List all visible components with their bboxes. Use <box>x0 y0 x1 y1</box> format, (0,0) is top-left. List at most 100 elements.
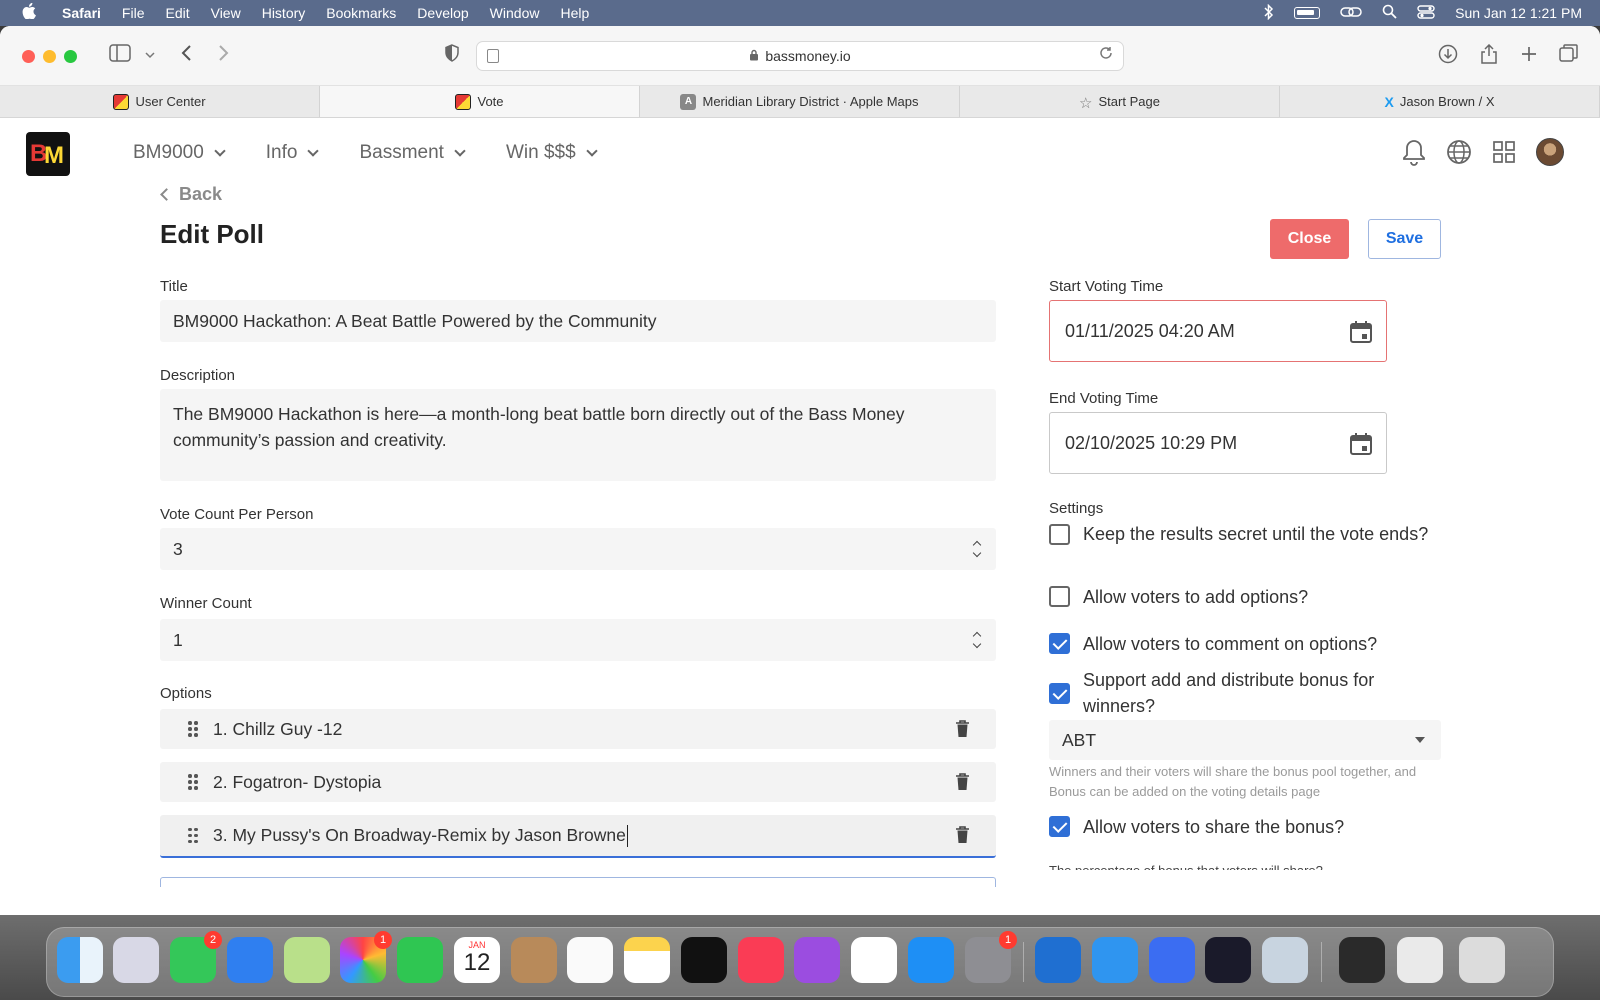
bonus-token-select[interactable]: ABT <box>1049 720 1441 760</box>
option-text[interactable]: 2. Fogatron- Dystopia <box>213 772 381 793</box>
save-button[interactable]: Save <box>1368 219 1441 259</box>
nav-win[interactable]: Win $$$ <box>506 142 598 164</box>
share-icon[interactable] <box>1477 43 1501 68</box>
menu-app-safari[interactable]: Safari <box>62 5 101 21</box>
drag-handle-icon[interactable] <box>188 721 198 737</box>
globe-icon[interactable] <box>1446 139 1472 165</box>
control-center-icon[interactable] <box>1417 4 1435 22</box>
podcasts-icon[interactable] <box>794 937 840 983</box>
calendar-icon[interactable] <box>1350 432 1372 461</box>
checkbox[interactable] <box>1049 523 1070 545</box>
calendar-icon[interactable] <box>1350 320 1372 349</box>
back-nav-icon[interactable] <box>174 44 198 68</box>
photos-icon[interactable]: 1 <box>340 931 392 983</box>
nav-bm9000[interactable]: BM9000 <box>133 142 226 164</box>
option-item[interactable]: 1. Chillz Guy -12 <box>160 709 996 749</box>
system-settings-icon[interactable]: 1 <box>965 931 1017 983</box>
new-tab-icon[interactable] <box>1517 44 1541 68</box>
close-window-button[interactable] <box>22 50 35 63</box>
sidebar-toggle-icon[interactable] <box>108 44 132 68</box>
menu-file[interactable]: File <box>122 5 145 21</box>
next-option-input[interactable] <box>160 877 996 887</box>
vote-count-input[interactable]: 3 <box>160 528 996 570</box>
finder-icon[interactable] <box>57 937 103 983</box>
quicktime-icon[interactable] <box>1205 937 1251 983</box>
trash-bin-icon[interactable] <box>1459 937 1505 983</box>
option-text[interactable]: 1. Chillz Guy -12 <box>213 719 342 740</box>
privacy-shield-icon[interactable] <box>440 44 464 68</box>
reminders-icon[interactable] <box>567 937 613 983</box>
setting-results-secret[interactable]: Keep the results secret until the vote e… <box>1049 521 1429 547</box>
notes-icon[interactable] <box>624 937 670 983</box>
menu-history[interactable]: History <box>262 5 306 21</box>
option-item-active[interactable]: 3. My Pussy's On Broadway-Remix by Jason… <box>160 815 996 858</box>
mail-icon[interactable] <box>227 937 273 983</box>
menu-develop[interactable]: Develop <box>417 5 468 21</box>
trash-icon[interactable] <box>955 773 970 796</box>
end-voting-input[interactable]: 02/10/2025 10:29 PM <box>1049 412 1387 474</box>
maps-icon[interactable] <box>284 937 330 983</box>
menu-help[interactable]: Help <box>560 5 589 21</box>
menubar-clock[interactable]: Sun Jan 12 1:21 PM <box>1455 5 1582 21</box>
drag-handle-icon[interactable] <box>188 774 198 790</box>
start-voting-input[interactable]: 01/11/2025 04:20 AM <box>1049 300 1387 362</box>
chevron-down-icon[interactable] <box>138 44 162 68</box>
menu-window[interactable]: Window <box>490 5 540 21</box>
contacts-icon[interactable] <box>511 937 557 983</box>
checkbox-checked[interactable] <box>1049 633 1070 654</box>
downloads-icon[interactable] <box>1436 44 1460 68</box>
nav-bassment[interactable]: Bassment <box>359 142 466 164</box>
reader-icon[interactable] <box>487 49 499 63</box>
number-stepper-icon[interactable] <box>972 540 982 558</box>
apple-icon[interactable] <box>22 2 44 24</box>
battery-icon[interactable] <box>1294 7 1321 19</box>
menu-view[interactable]: View <box>211 5 241 21</box>
vscode-icon[interactable] <box>1035 937 1081 983</box>
tab-user-center[interactable]: User Center <box>0 86 320 117</box>
winner-count-input[interactable]: 1 <box>160 619 996 661</box>
preview-icon[interactable] <box>1262 937 1308 983</box>
app-store-icon[interactable] <box>908 937 954 983</box>
nav-info[interactable]: Info <box>266 142 320 164</box>
checkbox-checked[interactable] <box>1049 816 1070 837</box>
checkbox[interactable] <box>1049 586 1070 607</box>
zoom-window-button[interactable] <box>64 50 77 63</box>
tab-vote[interactable]: Vote <box>320 86 640 117</box>
checkbox-checked[interactable] <box>1049 682 1070 704</box>
reload-icon[interactable] <box>1099 46 1113 64</box>
minimized-window-icon[interactable] <box>1339 937 1385 983</box>
tab-start-page[interactable]: ☆ Start Page <box>960 86 1280 117</box>
setting-comment-options[interactable]: Allow voters to comment on options? <box>1049 631 1429 657</box>
drag-handle-icon[interactable] <box>188 827 198 844</box>
music-icon[interactable] <box>738 937 784 983</box>
back-link[interactable]: Back <box>160 184 222 205</box>
setting-add-options[interactable]: Allow voters to add options? <box>1049 584 1429 610</box>
bluetooth-icon[interactable] <box>1264 3 1274 23</box>
tab-apple-maps[interactable]: A Meridian Library District · Apple Maps <box>640 86 960 117</box>
minimized-window-icon[interactable] <box>1397 937 1443 983</box>
bell-icon[interactable] <box>1402 138 1426 166</box>
minimize-window-button[interactable] <box>43 50 56 63</box>
search-icon[interactable] <box>1382 4 1397 22</box>
menu-edit[interactable]: Edit <box>165 5 189 21</box>
number-stepper-icon[interactable] <box>972 631 982 649</box>
option-item[interactable]: 2. Fogatron- Dystopia <box>160 762 996 802</box>
tab-x-jason-brown[interactable]: X Jason Brown / X <box>1280 86 1600 117</box>
setting-share-bonus[interactable]: Allow voters to share the bonus? <box>1049 814 1429 840</box>
apps-grid-icon[interactable] <box>1492 140 1516 164</box>
news-icon[interactable] <box>851 937 897 983</box>
setting-bonus-winners[interactable]: Support add and distribute bonus for win… <box>1049 667 1429 719</box>
title-input[interactable]: BM9000 Hackathon: A Beat Battle Powered … <box>160 300 996 342</box>
forward-nav-icon[interactable] <box>212 44 236 68</box>
option-text[interactable]: 3. My Pussy's On Broadway-Remix by Jason… <box>213 825 626 846</box>
address-bar[interactable]: bassmoney.io <box>476 41 1124 71</box>
close-button[interactable]: Close <box>1270 219 1349 259</box>
launchpad-icon[interactable] <box>113 937 159 983</box>
messages-icon[interactable]: 2 <box>170 931 222 983</box>
facetime-icon[interactable] <box>397 937 443 983</box>
screen-mirroring-icon[interactable] <box>1340 5 1362 22</box>
trash-icon[interactable] <box>955 720 970 743</box>
apple-tv-icon[interactable] <box>681 937 727 983</box>
calendar-app-icon[interactable]: JAN 12 <box>454 937 500 983</box>
description-textarea[interactable]: The BM9000 Hackathon is here—a month-lon… <box>160 389 996 481</box>
